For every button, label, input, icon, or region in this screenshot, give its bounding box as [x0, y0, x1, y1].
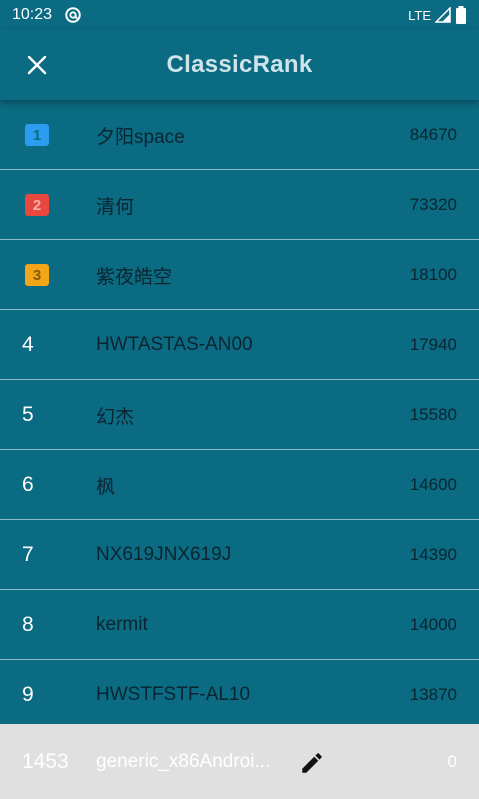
player-name: 枫 — [96, 476, 116, 498]
leaderboard-row[interactable]: 5 幻杰 15580 — [0, 380, 479, 450]
player-score: 18100 — [409, 265, 457, 284]
current-user-name: generic_x86Androi... — [96, 724, 291, 799]
rank-badge-third: 3 — [25, 264, 49, 286]
player-score: 17940 — [409, 335, 457, 354]
pencil-icon — [302, 753, 322, 773]
leaderboard-row[interactable]: 9 HWSTFSTF-AL10 13870 — [0, 660, 479, 730]
rank-number: 7 — [22, 543, 34, 566]
leaderboard-row[interactable]: 7 NX619JNX619J 14390 — [0, 520, 479, 590]
status-indicators: LTE — [408, 6, 467, 24]
player-score: 84670 — [409, 125, 457, 144]
battery-icon — [456, 6, 466, 24]
rank-number: 6 — [22, 473, 34, 496]
player-score: 14390 — [409, 545, 457, 564]
status-time: 10:23 — [12, 6, 53, 23]
leaderboard-row[interactable]: 3 紫夜皓空 18100 — [0, 240, 479, 310]
leaderboard-row[interactable]: 1 夕阳space 84670 — [0, 100, 479, 170]
current-user-rank: 1453 — [22, 749, 69, 773]
player-name: 夕阳space — [96, 126, 185, 148]
edit-name-button[interactable] — [297, 748, 327, 778]
at-sync-icon — [65, 7, 81, 23]
player-score: 15580 — [409, 405, 457, 424]
rank-number: 9 — [22, 683, 34, 706]
current-user-bar: 1453 generic_x86Androi... 0 — [0, 724, 479, 799]
app-bar: ClassicRank — [0, 30, 479, 100]
rank-badge-first: 1 — [25, 124, 49, 146]
leaderboard-row[interactable]: 8 kermit 14000 — [0, 590, 479, 660]
leaderboard-row[interactable]: 4 HWTASTAS-AN00 17940 — [0, 310, 479, 380]
page-title: ClassicRank — [166, 51, 313, 78]
player-score: 73320 — [409, 195, 457, 214]
rank-number: 4 — [22, 333, 34, 356]
leaderboard-list[interactable]: 1 夕阳space 84670 2 清何 73320 3 紫夜皓空 18100 … — [0, 100, 479, 730]
rank-badge-second: 2 — [25, 194, 49, 216]
leaderboard-row[interactable]: 6 枫 14600 — [0, 450, 479, 520]
player-name: 幻杰 — [96, 406, 135, 428]
player-name: 紫夜皓空 — [96, 266, 173, 288]
network-type: LTE — [408, 7, 431, 23]
player-score: 14600 — [409, 475, 457, 494]
current-user-score: 0 — [447, 751, 457, 771]
current-user-name-text: generic_x86Androi... — [96, 750, 271, 772]
player-name: kermit — [96, 614, 148, 635]
player-name: HWSTFSTF-AL10 — [96, 684, 251, 705]
player-score: 13870 — [409, 685, 457, 704]
status-bar: 10:23 LTE — [0, 0, 479, 30]
signal-icon — [435, 7, 451, 23]
player-score: 14000 — [409, 615, 457, 634]
rank-number: 5 — [22, 403, 34, 426]
player-name: NX619JNX619J — [96, 544, 232, 565]
rank-number: 8 — [22, 613, 34, 636]
player-name: 清何 — [96, 196, 135, 218]
leaderboard-row[interactable]: 2 清何 73320 — [0, 170, 479, 240]
player-name: HWTASTAS-AN00 — [96, 334, 253, 355]
